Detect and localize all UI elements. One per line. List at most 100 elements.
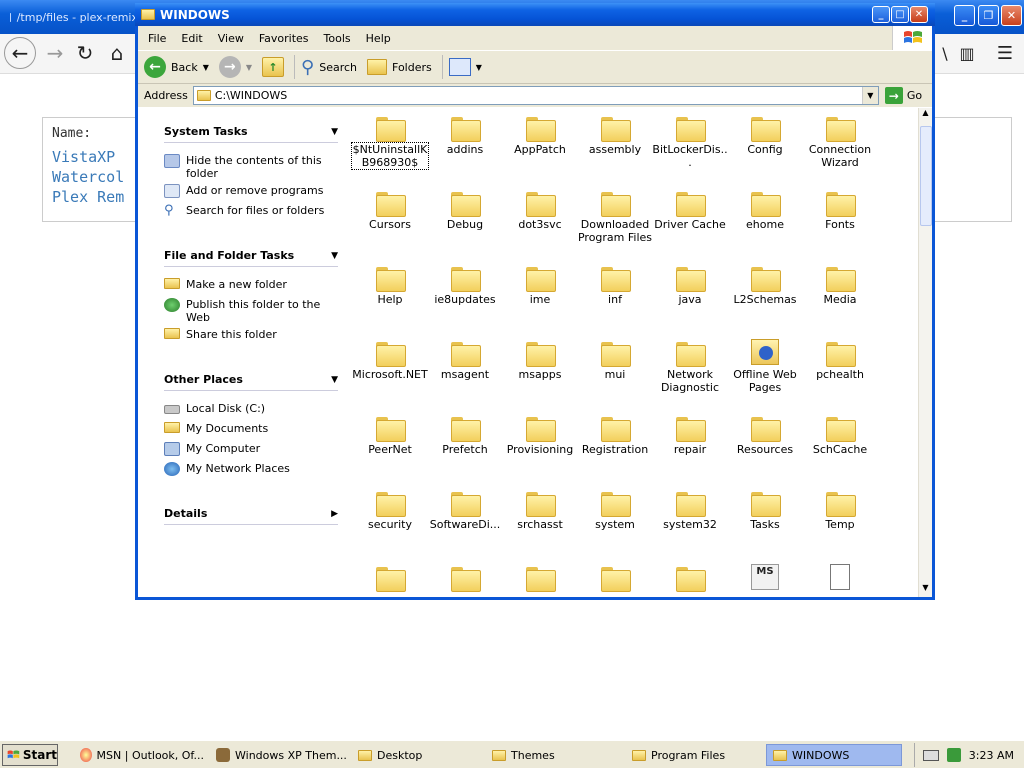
taskbar-button-program-files[interactable]: Program Files xyxy=(626,744,762,766)
address-dropdown-button[interactable]: ▼ xyxy=(861,87,878,104)
folder-item[interactable]: BitLockerDis... xyxy=(652,114,728,169)
go-button[interactable]: → Go xyxy=(884,87,922,104)
folder-item[interactable]: Fonts xyxy=(802,189,878,231)
folder-item[interactable]: Network Diagnostic xyxy=(652,339,728,394)
up-folder-button[interactable]: ↑ xyxy=(262,57,285,77)
search-button[interactable]: ⚲ Search xyxy=(301,57,357,78)
system-tasks-header[interactable]: System Tasks ▼ xyxy=(164,121,338,143)
folder-item[interactable]: Cursors xyxy=(352,189,428,231)
folder-item[interactable]: system32 xyxy=(652,489,728,531)
browser-restore-button[interactable]: ❐ xyxy=(978,5,999,26)
forward-button[interactable]: → ▼ xyxy=(218,56,252,78)
clock[interactable]: 3:23 AM xyxy=(969,749,1014,762)
details-header[interactable]: Details ▶ xyxy=(164,503,338,525)
scrollbar-thumb[interactable] xyxy=(920,126,932,226)
menu-view[interactable]: View xyxy=(218,32,244,45)
folder-item[interactable]: system xyxy=(577,489,653,531)
address-input[interactable]: C:\WINDOWS ▼ xyxy=(192,86,879,105)
place-my-documents[interactable]: My Documents xyxy=(164,422,334,435)
taskbar-button-desktop[interactable]: Desktop xyxy=(352,744,492,766)
folder-item[interactable]: Microsoft.NET xyxy=(352,339,428,381)
folder-item[interactable]: Connection Wizard xyxy=(802,114,878,169)
taskbar-button-windows-xp-themes[interactable]: Windows XP Them... xyxy=(210,744,350,766)
folder-item[interactable]: SoftwareDi... xyxy=(427,489,503,531)
collapse-chevron-icon[interactable]: ▼ xyxy=(331,127,338,137)
folders-button[interactable]: Folders xyxy=(367,59,432,75)
menu-file[interactable]: File xyxy=(148,32,166,45)
folder-item[interactable]: ie8updates xyxy=(427,264,503,306)
menu-icon[interactable]: ☰ xyxy=(990,38,1020,68)
folder-item[interactable]: PeerNet xyxy=(352,414,428,456)
folder-item[interactable]: ehome xyxy=(727,189,803,231)
other-places-header[interactable]: Other Places ▼ xyxy=(164,369,338,391)
folder-item[interactable] xyxy=(352,564,428,593)
menu-help[interactable]: Help xyxy=(366,32,391,45)
sidebar-icon[interactable]: ▥ xyxy=(952,38,982,68)
folder-item[interactable]: ime xyxy=(502,264,578,306)
expand-chevron-icon[interactable]: ▶ xyxy=(331,509,338,519)
menu-edit[interactable]: Edit xyxy=(181,32,202,45)
task-search-files[interactable]: ⚲ Search for files or folders xyxy=(164,204,334,218)
folder-item[interactable]: SchCache xyxy=(802,414,878,456)
folder-item[interactable]: Downloaded Program Files xyxy=(577,189,653,244)
back-arrow-icon[interactable]: ← xyxy=(4,37,36,69)
start-button[interactable]: Start xyxy=(2,744,58,766)
folder-item[interactable]: dot3svc xyxy=(502,189,578,231)
folder-item[interactable] xyxy=(427,564,503,593)
keyboard-icon[interactable] xyxy=(922,749,939,761)
home-icon[interactable]: ⌂ xyxy=(102,38,132,68)
folder-item[interactable]: addins xyxy=(427,114,503,156)
menu-favorites[interactable]: Favorites xyxy=(259,32,309,45)
folder-item[interactable] xyxy=(802,564,878,593)
folder-item[interactable]: Offline Web Pages xyxy=(727,339,803,394)
folder-item[interactable]: assembly xyxy=(577,114,653,156)
browser-tab[interactable]: /tmp/files - plex-remix xyxy=(4,6,138,28)
folder-item[interactable] xyxy=(502,564,578,593)
folder-item[interactable]: MS xyxy=(727,564,803,593)
task-add-remove-programs[interactable]: Add or remove programs xyxy=(164,184,334,198)
task-publish-web[interactable]: Publish this folder to the Web xyxy=(164,298,334,324)
place-network[interactable]: My Network Places xyxy=(164,462,334,476)
network-status-icon[interactable] xyxy=(946,748,961,762)
task-share-folder[interactable]: Share this folder xyxy=(164,328,334,341)
scroll-down-arrow-icon[interactable]: ▼ xyxy=(919,583,932,597)
collapse-chevron-icon[interactable]: ▼ xyxy=(331,251,338,261)
folder-item[interactable]: repair xyxy=(652,414,728,456)
maximize-button[interactable]: □ xyxy=(891,6,909,23)
file-link[interactable]: Watercol xyxy=(52,167,124,187)
folder-item[interactable]: Help xyxy=(352,264,428,306)
vertical-scrollbar[interactable]: ▲ ▼ xyxy=(918,108,932,597)
folder-item[interactable]: Prefetch xyxy=(427,414,503,456)
taskbar-button-themes[interactable]: Themes xyxy=(486,744,626,766)
file-folder-tasks-header[interactable]: File and Folder Tasks ▼ xyxy=(164,245,338,267)
place-my-computer[interactable]: My Computer xyxy=(164,442,334,456)
place-local-disk[interactable]: Local Disk (C:) xyxy=(164,402,334,415)
folder-item[interactable]: security xyxy=(352,489,428,531)
scroll-up-arrow-icon[interactable]: ▲ xyxy=(919,108,932,122)
task-hide-contents[interactable]: Hide the contents of this folder xyxy=(164,154,334,180)
folder-item[interactable] xyxy=(652,564,728,593)
menu-tools[interactable]: Tools xyxy=(324,32,351,45)
taskbar-button-msn[interactable]: MSN | Outlook, Of... xyxy=(74,744,204,766)
close-button[interactable]: ✕ xyxy=(910,6,928,23)
folder-item[interactable]: Registration xyxy=(577,414,653,456)
forward-arrow-icon[interactable]: → xyxy=(40,38,70,68)
minimize-button[interactable]: _ xyxy=(872,6,890,23)
file-link[interactable]: VistaXP xyxy=(52,147,124,167)
back-button[interactable]: ← Back ▼ xyxy=(144,56,209,78)
explorer-titlebar[interactable]: WINDOWS _ □ ✕ xyxy=(135,3,935,26)
collapse-chevron-icon[interactable]: ▼ xyxy=(331,375,338,385)
folder-item[interactable]: srchasst xyxy=(502,489,578,531)
folder-item[interactable]: AppPatch xyxy=(502,114,578,156)
folder-item[interactable]: Resources xyxy=(727,414,803,456)
folder-item[interactable]: java xyxy=(652,264,728,306)
folder-item[interactable]: Tasks xyxy=(727,489,803,531)
folder-item[interactable]: Driver Cache xyxy=(652,189,728,231)
folder-item[interactable]: Media xyxy=(802,264,878,306)
file-link[interactable]: Plex Rem xyxy=(52,187,124,207)
browser-minimize-button[interactable]: _ xyxy=(954,5,975,26)
folder-item[interactable]: Config xyxy=(727,114,803,156)
folder-item[interactable] xyxy=(577,564,653,593)
folder-item[interactable]: inf xyxy=(577,264,653,306)
taskbar-button-windows[interactable]: WINDOWS xyxy=(766,744,902,766)
